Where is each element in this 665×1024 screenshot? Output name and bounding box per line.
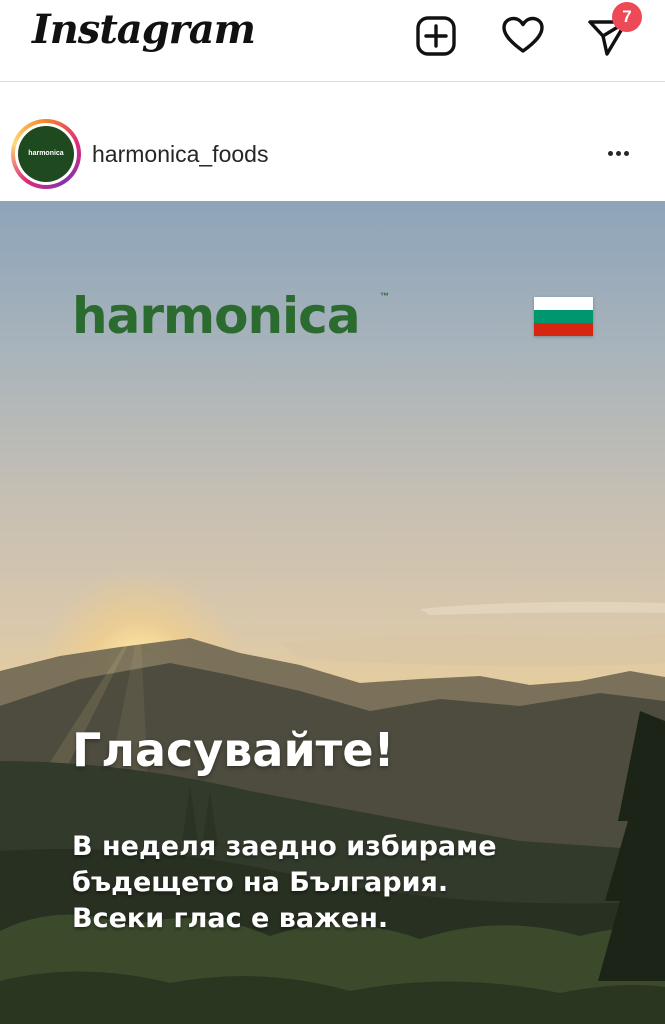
heart-icon	[502, 16, 544, 53]
new-post-button[interactable]	[414, 14, 458, 58]
post-message: В неделя заедно избираме бъдещето на Бъл…	[72, 829, 497, 937]
message-line: В неделя заедно избираме	[72, 831, 497, 862]
avatar-logo: harmonica	[18, 126, 74, 182]
flag-stripe-white	[534, 297, 593, 310]
activity-button[interactable]	[501, 14, 545, 58]
flag-stripe-red	[534, 323, 593, 336]
story-ring[interactable]: harmonica	[11, 119, 81, 189]
ellipsis-icon-dot	[624, 151, 629, 156]
instagram-logo[interactable]: Instagram	[32, 6, 256, 53]
top-bar: Instagram 7	[0, 0, 665, 82]
plus-square-icon	[416, 16, 456, 56]
post-image[interactable]: harmonica ™ Гласувайте! В неделя заедно …	[0, 201, 665, 1024]
ellipsis-icon-dot	[608, 151, 613, 156]
post-headline: Гласувайте!	[72, 723, 395, 777]
brand-logo: harmonica	[72, 287, 361, 345]
avatar: harmonica	[15, 123, 77, 185]
bulgarian-flag-icon	[534, 297, 593, 336]
flag-stripe-green	[534, 310, 593, 323]
post-header: harmonica harmonica_foods	[0, 83, 665, 201]
post-username[interactable]: harmonica_foods	[92, 141, 268, 168]
more-options-button[interactable]	[608, 141, 644, 165]
trademark-mark: ™	[380, 291, 389, 301]
message-line: бъдещето на България.	[72, 867, 449, 898]
ellipsis-icon-dot	[616, 151, 621, 156]
message-line: Всеки глас е важен.	[72, 903, 389, 934]
notification-badge: 7	[612, 2, 642, 32]
